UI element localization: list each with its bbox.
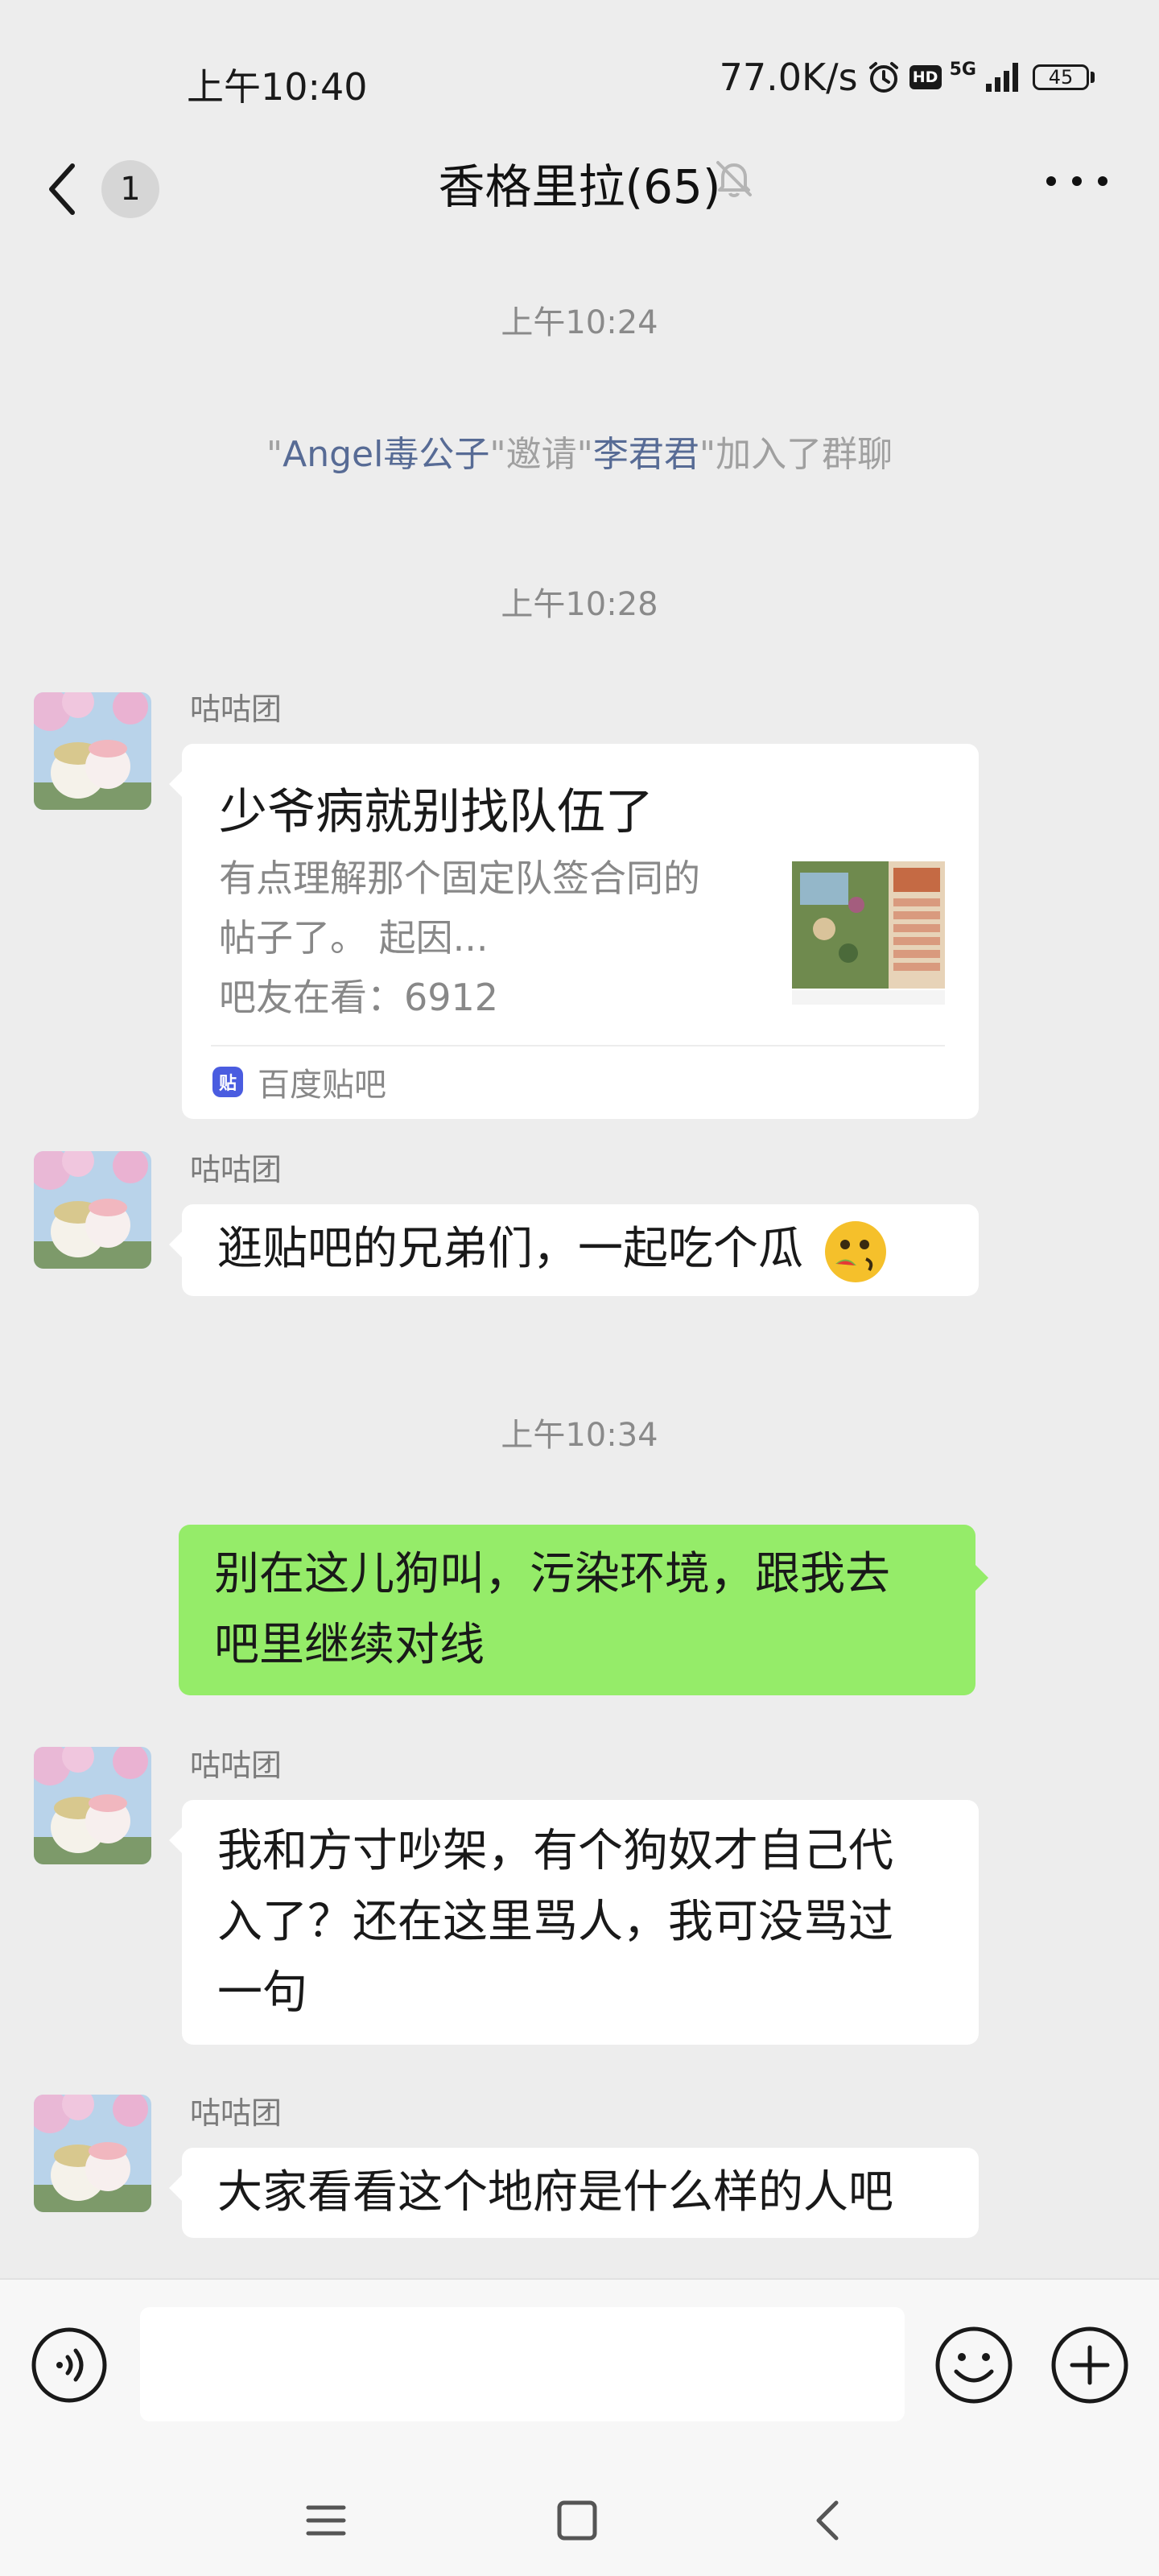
avatar-image: [34, 1747, 151, 1864]
card-source: 贴 百度贴吧: [212, 1063, 386, 1104]
home-icon: [557, 2500, 597, 2541]
message-bubble[interactable]: 大家看看这个地府是什么样的人吧: [169, 2148, 979, 2238]
emoji-button[interactable]: [934, 2325, 1014, 2405]
sender-name: 咕咕团: [190, 2095, 283, 2131]
signal-icon: [986, 63, 1018, 92]
plus-icon: [1051, 2326, 1128, 2404]
system-invite-message: "Angel毒公子"邀请"李君君"加入了群聊: [266, 434, 893, 475]
message-text: 逛贴吧的兄弟们，一起吃个瓜: [217, 1223, 803, 1275]
emoji-icon: [935, 2326, 1013, 2404]
message-input[interactable]: [140, 2307, 905, 2421]
avatar[interactable]: [34, 1747, 151, 1864]
chat-message-list[interactable]: 上午10:24 "Angel毒公子"邀请"李君君"加入了群聊 上午10:28 咕…: [0, 250, 1159, 2278]
card-title: 少爷病就别找队伍了: [219, 784, 654, 840]
inviter-link[interactable]: Angel毒公子: [283, 434, 489, 475]
battery-level: 45: [1033, 64, 1089, 90]
sender-name: 咕咕团: [190, 691, 283, 727]
home-button[interactable]: [541, 2484, 613, 2557]
voice-icon: [31, 2327, 107, 2403]
avatar-image: [34, 1151, 151, 1269]
system-back-button[interactable]: [792, 2484, 864, 2557]
link-card[interactable]: 少爷病就别找队伍了 有点理解那个固定队签合同的 帖子了。 起因... 吧友在看：…: [169, 744, 979, 1119]
status-indicators: 77.0K/s HD 5G 45: [720, 53, 1095, 101]
mute-bell-icon: [716, 161, 752, 197]
avatar[interactable]: [34, 1151, 151, 1269]
net-speed: 77.0K/s: [719, 56, 858, 99]
timestamp: 上午10:34: [501, 1417, 658, 1454]
voice-button[interactable]: [31, 2326, 108, 2404]
avatar[interactable]: [34, 2095, 151, 2212]
avatar-image: [34, 692, 151, 810]
message-bubble[interactable]: 我和方寸吵架，有个狗奴才自己代 入了？还在这里骂人，我可没骂过 一句: [169, 1800, 979, 2045]
timestamp: 上午10:28: [501, 586, 658, 623]
card-views: 吧友在看：6912: [219, 976, 499, 1019]
own-message-bubble[interactable]: 别在这儿狗叫，污染环境，跟我去 吧里继续对线: [179, 1525, 988, 1695]
status-time: 上午10:40: [187, 65, 368, 109]
message-text: 大家看看这个地府是什么样的人吧: [217, 2166, 893, 2219]
more-button[interactable]: [1046, 161, 1107, 201]
avatar-image: [34, 2095, 151, 2212]
alarm-icon: [868, 62, 898, 93]
sender-name: 咕咕团: [190, 1748, 283, 1783]
tieba-logo-icon: 贴: [212, 1067, 243, 1097]
avatar[interactable]: [34, 692, 151, 810]
melon-eating-emoji-icon: [824, 1220, 886, 1282]
chat-header: 1 香格里拉(65): [0, 129, 1159, 250]
system-navigation-bar: [0, 2463, 1159, 2576]
hd-icon: HD: [909, 65, 942, 89]
message-text-line: 我和方寸吵架，有个狗奴才自己代: [217, 1825, 893, 1877]
more-functions-button[interactable]: [1050, 2325, 1130, 2405]
battery-icon: 45: [1033, 64, 1095, 90]
message-text-line: 入了？还在这里骂人，我可没骂过: [217, 1896, 893, 1948]
card-thumbnail: [792, 857, 945, 1005]
message-text-line: 吧里继续对线: [214, 1619, 485, 1671]
chat-title: 香格里拉(65): [438, 159, 721, 214]
message-bubble[interactable]: 逛贴吧的兄弟们，一起吃个瓜: [169, 1204, 979, 1296]
sender-name: 咕咕团: [190, 1152, 283, 1187]
back-icon: [816, 2500, 839, 2541]
more-icon: [1046, 176, 1056, 186]
card-source-label: 百度贴吧: [258, 1067, 386, 1104]
menu-button[interactable]: [290, 2484, 362, 2557]
message-text-line: 一句: [217, 1967, 307, 2019]
network-type: 5G: [949, 60, 976, 80]
timestamp: 上午10:24: [501, 304, 658, 341]
card-description: 有点理解那个固定队签合同的 帖子了。 起因... 吧友在看：6912: [219, 848, 750, 1027]
menu-icon: [306, 2505, 346, 2536]
input-bar: [0, 2278, 1159, 2465]
invitee-link[interactable]: 李君君: [593, 434, 699, 475]
message-text-line: 别在这儿狗叫，污染环境，跟我去: [214, 1548, 890, 1600]
